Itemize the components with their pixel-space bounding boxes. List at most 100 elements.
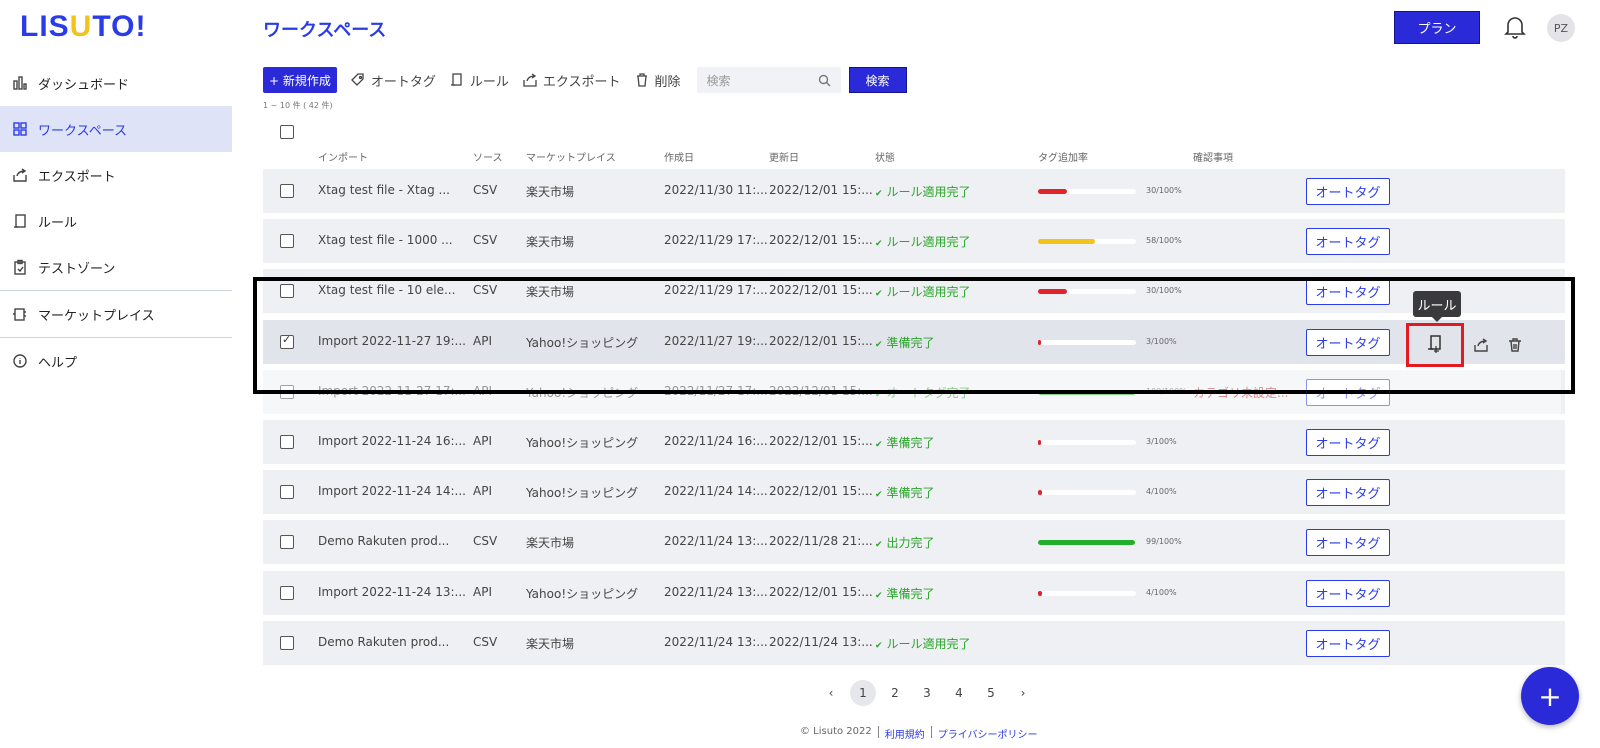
autotag-button[interactable]: オートタグ (1306, 278, 1390, 306)
created-cell: 2022/11/27 19:... (664, 333, 768, 348)
table-row[interactable]: Xtag test file - Xtag ... CSV 楽天市場 2022/11/… (263, 169, 1565, 213)
row-checkbox[interactable] (280, 435, 294, 449)
bar-chart-icon (12, 75, 28, 91)
table-row[interactable]: Xtag test file - 10 ele... CSV 楽天市場 2022/11… (263, 269, 1565, 314)
prev-page-button[interactable]: ‹ (818, 680, 844, 706)
import-name[interactable]: Import 2022-11-24 14:... (318, 484, 466, 498)
row-checkbox[interactable] (280, 284, 294, 299)
updated-cell: 2022/12/01 15:... (769, 434, 873, 448)
row-checkbox[interactable] (280, 333, 294, 349)
add-fab-button[interactable]: + (1521, 667, 1579, 725)
row-checkbox[interactable] (280, 635, 294, 650)
import-name[interactable]: Demo Rakuten prod... (318, 635, 449, 649)
import-name[interactable]: Import 2022-11-24 13:... (318, 585, 466, 599)
footer: © Lisuto 2022 利用規約 プライバシーポリシー (800, 726, 1038, 741)
delete-tool-label: 削除 (654, 74, 681, 90)
delete-tool-button[interactable]: 削除 (635, 71, 681, 90)
import-name[interactable]: Xtag test file - 10 ele... (318, 283, 455, 297)
sidebar-item-export[interactable]: エクスポート (0, 152, 232, 198)
column-header-notes: 確認事項 (1193, 153, 1233, 164)
import-name[interactable]: Xtag test file - Xtag ... (318, 183, 450, 197)
page-button-1[interactable]: 1 (850, 680, 876, 706)
source-cell: API (473, 484, 492, 499)
tag-rate-fill (1038, 289, 1068, 295)
search-input[interactable]: 検索 (696, 67, 841, 93)
tag-rate-text: 4/100% (1146, 587, 1177, 597)
sidebar-item-dashboard[interactable]: ダッシュボード (0, 60, 232, 106)
select-all-checkbox[interactable] (280, 125, 294, 139)
sidebar-item-label: マーケットプレイス (38, 308, 155, 324)
autotag-button[interactable]: オートタグ (1306, 429, 1390, 456)
source-cell: API (473, 333, 492, 348)
next-page-button[interactable]: › (1010, 680, 1036, 706)
created-cell: 2022/11/24 13:... (664, 634, 768, 649)
rule-action-button[interactable] (1406, 322, 1464, 367)
export-action-button[interactable] (1471, 335, 1491, 355)
autotag-button[interactable]: オートタグ (1306, 228, 1390, 256)
column-header-source: ソース (473, 153, 503, 164)
autotag-button[interactable]: オートタグ (1306, 529, 1390, 557)
sidebar-item-workspace[interactable]: ワークスペース (0, 106, 232, 152)
sidebar-item-label: ワークスペース (38, 123, 128, 139)
import-name[interactable]: Demo Rakuten prod... (318, 534, 449, 548)
privacy-link[interactable]: プライバシーポリシー (938, 726, 1038, 741)
table-row[interactable]: Import 2022-11-27 19:... API Yahoo!ショッピング 2… (263, 319, 1565, 367)
column-header-updated: 更新日 (769, 153, 799, 164)
autotag-button[interactable]: オートタグ (1306, 579, 1390, 607)
delete-action-button[interactable] (1505, 335, 1525, 355)
sidebar-item-label: テストゾーン (38, 261, 116, 277)
status-badge: ✔ 準備完了 (875, 585, 935, 602)
page-button-2[interactable]: 2 (882, 680, 908, 706)
rule-icon (12, 213, 28, 229)
row-checkbox[interactable] (280, 234, 294, 249)
table-row[interactable]: Demo Rakuten prod... CSV 楽天市場 2022/11/24 13… (263, 620, 1565, 665)
tag-rate-fill (1038, 590, 1042, 596)
sidebar-item-testzone[interactable]: テストゾーン (0, 244, 232, 290)
sidebar-item-label: エクスポート (38, 169, 116, 185)
column-header-status: 状態 (875, 153, 895, 164)
table-row[interactable]: Xtag test file - 1000 ... CSV 楽天市場 2022/11/… (263, 219, 1565, 264)
search-button[interactable]: 検索 (848, 67, 907, 93)
sidebar-item-label: ダッシュボード (38, 77, 130, 93)
autotag-button[interactable]: オートタグ (1306, 328, 1390, 356)
sidebar-item-rule[interactable]: ルール (0, 198, 232, 244)
table-row[interactable]: Import 2022-11-24 14:... API Yahoo!ショッピング 2… (263, 470, 1565, 515)
autotag-button[interactable]: オートタグ (1306, 479, 1390, 507)
terms-link[interactable]: 利用規約 (885, 726, 925, 741)
logo[interactable]: LISUTO! (20, 10, 146, 44)
updated-cell: 2022/12/01 15:... (769, 233, 873, 248)
row-checkbox[interactable] (280, 535, 294, 550)
status-badge: ✔ 準備完了 (875, 484, 935, 501)
import-name[interactable]: Import 2022-11-24 16:... (318, 434, 466, 448)
page-button-3[interactable]: 3 (914, 680, 940, 706)
import-name[interactable]: Xtag test file - 1000 ... (318, 233, 453, 247)
row-checkbox[interactable] (280, 485, 294, 500)
bell-icon[interactable] (1503, 14, 1527, 40)
import-name[interactable]: Import 2022-11-27 19:... (318, 334, 466, 348)
new-button[interactable]: + 新規作成 (263, 67, 337, 93)
tag-rate-bar (1038, 189, 1136, 194)
autotag-button[interactable]: オートタグ (1306, 629, 1390, 657)
sidebar-item-help[interactable]: ヘルプ (0, 338, 232, 384)
row-checkbox[interactable] (280, 585, 294, 600)
tag-rate-fill (1038, 339, 1041, 345)
created-cell: 2022/11/30 11:... (664, 183, 768, 197)
page-button-5[interactable]: 5 (978, 680, 1004, 706)
row-checkbox[interactable] (280, 184, 294, 198)
autotag-tool-button[interactable]: オートタグ (350, 71, 436, 90)
page-button-4[interactable]: 4 (946, 680, 972, 706)
tag-rate-bar (1038, 339, 1136, 345)
avatar[interactable]: PZ (1547, 14, 1575, 42)
rule-tool-button[interactable]: ルール (450, 71, 509, 90)
table-row[interactable]: Demo Rakuten prod... CSV 楽天市場 2022/11/24 13… (263, 520, 1565, 565)
autotag-button[interactable]: オートタグ (1306, 178, 1390, 205)
plan-button[interactable]: プラン (1394, 11, 1480, 44)
table-row[interactable]: Import 2022-11-24 16:... API Yahoo!ショッピング 2… (263, 420, 1565, 464)
table-row[interactable]: Import 2022-11-24 13:... API Yahoo!ショッピング 2… (263, 570, 1565, 615)
tag-rate-bar (1038, 540, 1136, 546)
export-tool-button[interactable]: エクスポート (523, 71, 621, 90)
status-badge: ✔ ルール適用完了 (875, 635, 971, 652)
sidebar-item-marketplace[interactable]: マーケットプレイス (0, 291, 232, 337)
export-icon (1474, 338, 1488, 352)
source-cell: CSV (473, 233, 498, 248)
